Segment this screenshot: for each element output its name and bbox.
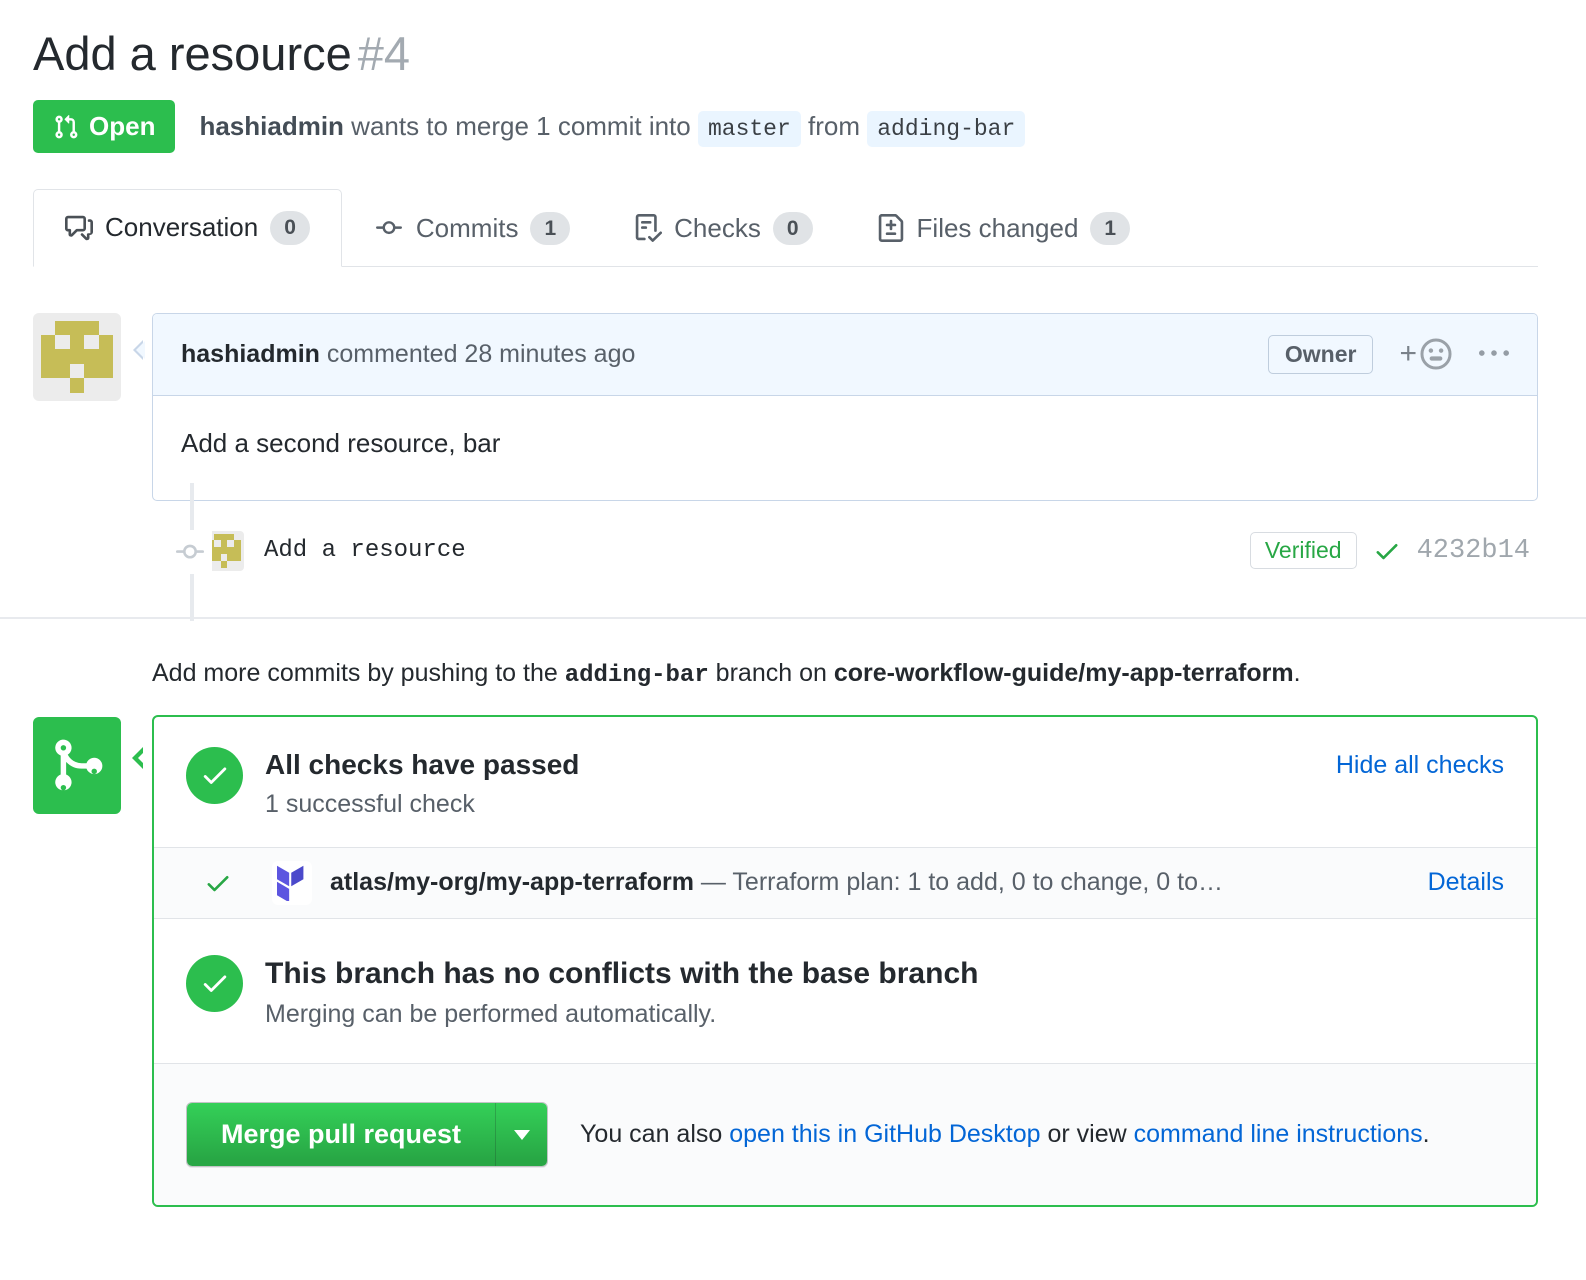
tab-checks[interactable]: Checks 0 xyxy=(602,189,844,266)
check-item: atlas/my-org/my-app-terraform — Terrafor… xyxy=(154,847,1536,919)
page-title: Add a resource#4 xyxy=(33,26,1538,82)
comment-body: Add a second resource, bar xyxy=(153,396,1537,500)
tab-files-changed-label: Files changed xyxy=(917,213,1079,244)
pr-tabnav: Conversation 0 Commits 1 Checks 0 Files … xyxy=(33,189,1538,266)
verified-badge: Verified xyxy=(1250,532,1357,569)
git-commit-icon xyxy=(374,215,404,241)
chevron-down-icon xyxy=(514,1130,530,1148)
mergeability-section: This branch has no conflicts with the ba… xyxy=(154,919,1536,1063)
terraform-logo-icon xyxy=(272,861,312,905)
pr-meta-sentence: wants to merge 1 commit into xyxy=(344,111,698,141)
discussion-timeline: hashiadmin commented 28 minutes ago Owne… xyxy=(33,313,1538,603)
tab-checks-label: Checks xyxy=(674,213,761,244)
command-line-instructions-link[interactable]: command line instructions xyxy=(1134,1120,1423,1148)
commit-sha-link[interactable]: 4232b14 xyxy=(1417,536,1530,566)
checks-title: All checks have passed xyxy=(265,749,579,781)
git-merge-icon xyxy=(33,717,121,814)
commit-row-right: Verified 4232b14 xyxy=(1250,532,1530,569)
checks-summary-texts: All checks have passed 1 successful chec… xyxy=(265,747,579,819)
pr-author-link[interactable]: hashiadmin xyxy=(199,111,343,141)
comment-header-text: hashiadmin commented 28 minutes ago xyxy=(181,340,635,369)
pull-request-page: Add a resource#4 Open hashiadmin wants t… xyxy=(0,26,1586,1207)
owner-badge: Owner xyxy=(1268,335,1374,374)
push-note-before: Add more commits by pushing to the xyxy=(152,659,565,687)
pr-title-text: Add a resource xyxy=(33,27,352,80)
push-note-repo: core-workflow-guide/my-app-terraform xyxy=(834,659,1294,687)
push-note-after: . xyxy=(1294,659,1301,687)
check-context-name: atlas/my-org/my-app-terraform xyxy=(330,868,694,896)
no-conflicts-title: This branch has no conflicts with the ba… xyxy=(265,957,978,991)
merge-actions-footer: Merge pull request You can also open thi… xyxy=(154,1063,1536,1205)
merge-box: All checks have passed 1 successful chec… xyxy=(152,715,1538,1207)
commit-row: Add a resource Verified 4232b14 xyxy=(33,501,1538,603)
pr-meta-from: from xyxy=(801,111,867,141)
alt-text-2: or view xyxy=(1041,1120,1134,1148)
tab-conversation-label: Conversation xyxy=(105,212,258,243)
tab-files-changed[interactable]: Files changed 1 xyxy=(845,189,1163,266)
tab-conversation-count: 0 xyxy=(270,211,310,244)
head-branch-label[interactable]: adding-bar xyxy=(867,111,1025,147)
push-note: Add more commits by pushing to the addin… xyxy=(152,659,1538,689)
merge-pull-request-button[interactable]: Merge pull request xyxy=(187,1103,495,1166)
checks-passed-circle-icon xyxy=(186,747,243,804)
merge-alternatives-text: You can also open this in GitHub Desktop… xyxy=(580,1120,1430,1149)
add-reaction-button[interactable]: + xyxy=(1399,337,1453,371)
avatar[interactable] xyxy=(33,313,121,401)
check-icon xyxy=(1373,537,1401,565)
github-desktop-link[interactable]: open this in GitHub Desktop xyxy=(729,1120,1040,1148)
pr-state-badge: Open xyxy=(33,100,175,153)
pr-number: #4 xyxy=(358,27,410,80)
pr-meta-text: hashiadmin wants to merge 1 commit into … xyxy=(199,111,1025,142)
check-details-link[interactable]: Details xyxy=(1428,868,1504,897)
kebab-menu-button[interactable] xyxy=(1479,339,1509,369)
check-item-text: atlas/my-org/my-app-terraform — Terrafor… xyxy=(330,868,1223,897)
tab-files-changed-count: 1 xyxy=(1090,212,1130,245)
merge-options-dropdown-button[interactable] xyxy=(495,1103,547,1166)
comment-author-link[interactable]: hashiadmin xyxy=(181,340,320,368)
smiley-icon xyxy=(1419,337,1453,371)
push-note-branch: adding-bar xyxy=(565,662,709,689)
no-conflicts-subtitle: Merging can be performed automatically. xyxy=(265,1000,978,1029)
push-note-middle: branch on xyxy=(709,659,834,687)
check-description: — Terraform plan: 1 to add, 0 to change,… xyxy=(694,868,1223,896)
merge-button-group: Merge pull request xyxy=(186,1102,548,1167)
pr-meta-row: Open hashiadmin wants to merge 1 commit … xyxy=(33,100,1538,153)
comment-discussion-icon xyxy=(65,214,93,242)
comment-header-actions: Owner + xyxy=(1268,335,1509,374)
pr-state-label: Open xyxy=(89,111,155,142)
plus-sign: + xyxy=(1399,339,1417,369)
comment: hashiadmin commented 28 minutes ago Owne… xyxy=(152,313,1538,501)
tab-commits[interactable]: Commits 1 xyxy=(342,189,602,266)
comment-meta: commented 28 minutes ago xyxy=(320,340,635,368)
mergeability-texts: This branch has no conflicts with the ba… xyxy=(265,955,978,1029)
file-diff-icon xyxy=(877,214,905,242)
check-success-icon xyxy=(204,869,232,897)
git-commit-timeline-icon xyxy=(168,530,212,574)
git-pull-request-icon xyxy=(53,114,79,140)
hide-all-checks-link[interactable]: Hide all checks xyxy=(1336,747,1504,780)
comment-header: hashiadmin commented 28 minutes ago Owne… xyxy=(153,314,1537,396)
timeline-divider xyxy=(0,617,1586,619)
no-conflicts-circle-icon xyxy=(186,955,243,1012)
checklist-icon xyxy=(634,214,662,242)
tab-conversation[interactable]: Conversation 0 xyxy=(33,189,342,266)
base-branch-label[interactable]: master xyxy=(698,111,801,147)
tab-commits-count: 1 xyxy=(530,212,570,245)
alt-text-3: . xyxy=(1423,1120,1430,1148)
alt-text-1: You can also xyxy=(580,1120,729,1148)
checks-summary-section: All checks have passed 1 successful chec… xyxy=(154,717,1536,847)
tab-commits-label: Commits xyxy=(416,213,519,244)
tab-checks-count: 0 xyxy=(773,212,813,245)
commit-message-link[interactable]: Add a resource xyxy=(264,537,466,564)
merge-status-area: All checks have passed 1 successful chec… xyxy=(33,715,1538,1207)
checks-subtitle: 1 successful check xyxy=(265,790,579,819)
